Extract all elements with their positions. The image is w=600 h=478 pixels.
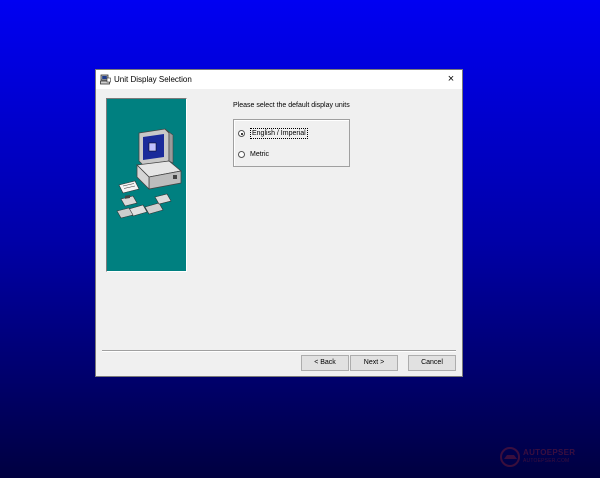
radio-unchecked-icon[interactable]	[238, 151, 245, 158]
car-logo-icon	[500, 447, 520, 467]
next-button[interactable]: Next >	[350, 355, 398, 371]
button-divider	[102, 350, 456, 352]
radio-metric[interactable]: Metric	[238, 150, 269, 159]
units-radio-group: English / Imperial Metric	[233, 119, 350, 167]
cancel-button[interactable]: Cancel	[408, 355, 456, 371]
unit-display-selection-dialog: Unit Display Selection × Please select t…	[95, 69, 463, 377]
title-bar[interactable]: Unit Display Selection ×	[96, 70, 462, 89]
site-watermark: AUTOEPSER AUTOEPSER.COM	[499, 446, 595, 468]
dialog-title: Unit Display Selection	[114, 75, 192, 84]
radio-label-english-imperial[interactable]: English / Imperial	[250, 128, 308, 139]
setup-computer-icon	[100, 74, 111, 85]
watermark-title: AUTOEPSER	[523, 448, 576, 457]
radio-label-metric[interactable]: Metric	[250, 150, 269, 159]
prompt-text: Please select the default display units	[233, 102, 350, 109]
radio-english-imperial[interactable]: English / Imperial	[238, 128, 308, 139]
wizard-side-panel	[106, 98, 187, 272]
watermark-subtitle: AUTOEPSER.COM	[523, 458, 570, 464]
back-button[interactable]: < Back	[301, 355, 349, 371]
close-button[interactable]: ×	[440, 70, 462, 89]
close-icon: ×	[447, 73, 455, 85]
radio-checked-icon[interactable]	[238, 130, 245, 137]
computer-disks-illustration	[116, 128, 182, 219]
